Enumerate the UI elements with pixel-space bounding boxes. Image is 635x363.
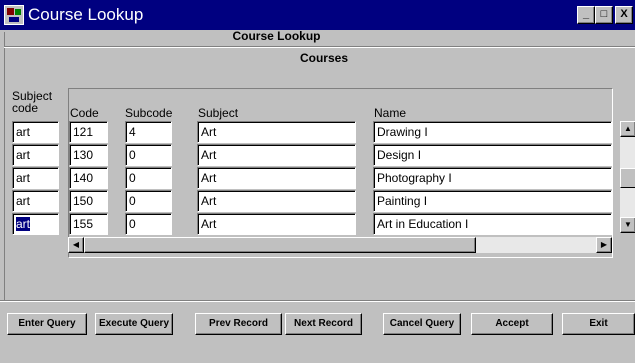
name-field[interactable]: Art in Education I xyxy=(373,213,612,235)
name-field[interactable]: Photography I xyxy=(373,167,612,189)
code-field-value: 140 xyxy=(73,171,94,185)
code-field-value: 155 xyxy=(73,217,94,231)
subject-field-value: Art xyxy=(201,194,217,208)
subject-field[interactable]: Art xyxy=(197,213,356,235)
subject-code-field-value: art xyxy=(16,217,31,231)
subcode-field[interactable]: 4 xyxy=(125,121,172,143)
maximize-button[interactable]: □ xyxy=(595,6,613,24)
subject-code-field[interactable]: art xyxy=(12,121,59,143)
cancel-query-button[interactable]: Cancel Query xyxy=(383,313,461,335)
name-field-value: Design I xyxy=(377,148,422,162)
scroll-up-icon[interactable]: ▲ xyxy=(620,121,635,137)
subject-code-field[interactable]: art xyxy=(12,144,59,166)
name-field-value: Painting I xyxy=(377,194,428,208)
subject-field-value: Art xyxy=(201,148,217,162)
subject-field[interactable]: Art xyxy=(197,190,356,212)
name-field-value: Drawing I xyxy=(377,125,428,139)
window-border xyxy=(4,32,5,302)
code-field-value: 150 xyxy=(73,194,94,208)
subject-code-field[interactable]: art xyxy=(12,167,59,189)
column-header-name: Name xyxy=(374,106,407,120)
scroll-right-icon[interactable]: ▶ xyxy=(596,237,612,253)
subject-code-field-value: art xyxy=(16,148,31,162)
subcode-field-value: 4 xyxy=(129,125,136,139)
close-button[interactable]: X xyxy=(615,6,633,24)
subcode-field-value: 0 xyxy=(129,171,136,185)
subject-field-value: Art xyxy=(201,125,217,139)
button-bar-divider xyxy=(0,300,635,302)
header-divider xyxy=(4,46,635,48)
name-field[interactable]: Design I xyxy=(373,144,612,166)
column-header-subcode: Subcode xyxy=(125,106,173,120)
form-header: Course Lookup xyxy=(232,29,321,43)
execute-query-button[interactable]: Execute Query xyxy=(95,313,173,335)
subject-code-field[interactable]: art xyxy=(12,190,59,212)
subject-field-value: Art xyxy=(201,171,217,185)
accept-button[interactable]: Accept xyxy=(471,313,553,335)
subject-field-value: Art xyxy=(201,217,217,231)
code-field[interactable]: 140 xyxy=(69,167,108,189)
column-header-subject: Subject xyxy=(198,106,239,120)
column-header-subject-code: Subject code xyxy=(12,89,53,115)
subject-code-field-value: art xyxy=(16,171,31,185)
prev-record-button[interactable]: Prev Record xyxy=(195,313,282,335)
next-record-button[interactable]: Next Record xyxy=(285,313,362,335)
code-field[interactable]: 121 xyxy=(69,121,108,143)
subcode-field[interactable]: 0 xyxy=(125,213,172,235)
subject-code-field-value: art xyxy=(16,194,31,208)
minimize-button[interactable]: _ xyxy=(577,6,595,24)
subcode-field[interactable]: 0 xyxy=(125,144,172,166)
block-title: Courses xyxy=(292,50,356,66)
enter-query-button[interactable]: Enter Query xyxy=(7,313,87,335)
subcode-field-value: 0 xyxy=(129,194,136,208)
exit-button[interactable]: Exit xyxy=(562,313,635,335)
app-icon[interactable] xyxy=(4,5,24,25)
code-field[interactable]: 150 xyxy=(69,190,108,212)
name-field-value: Photography I xyxy=(377,171,452,185)
vertical-scroll-thumb[interactable] xyxy=(620,168,635,188)
code-field-value: 121 xyxy=(73,125,94,139)
subcode-field[interactable]: 0 xyxy=(125,167,172,189)
subcode-field-value: 0 xyxy=(129,217,136,231)
code-field-value: 130 xyxy=(73,148,94,162)
subject-code-field[interactable]: art xyxy=(12,213,59,235)
window-title: Course Lookup xyxy=(28,5,144,24)
code-field[interactable]: 155 xyxy=(69,213,108,235)
subject-field[interactable]: Art xyxy=(197,167,356,189)
subcode-field-value: 0 xyxy=(129,148,136,162)
scroll-left-icon[interactable]: ◀ xyxy=(68,237,84,253)
subject-code-field-value: art xyxy=(16,125,31,139)
column-header-code: Code xyxy=(70,106,99,120)
subcode-field[interactable]: 0 xyxy=(125,190,172,212)
horizontal-scroll-thumb[interactable] xyxy=(84,237,476,253)
code-field[interactable]: 130 xyxy=(69,144,108,166)
name-field-value: Art in Education I xyxy=(377,217,469,231)
subject-field[interactable]: Art xyxy=(197,121,356,143)
name-field[interactable]: Painting I xyxy=(373,190,612,212)
scroll-down-icon[interactable]: ▼ xyxy=(620,217,635,233)
subject-field[interactable]: Art xyxy=(197,144,356,166)
name-field[interactable]: Drawing I xyxy=(373,121,612,143)
